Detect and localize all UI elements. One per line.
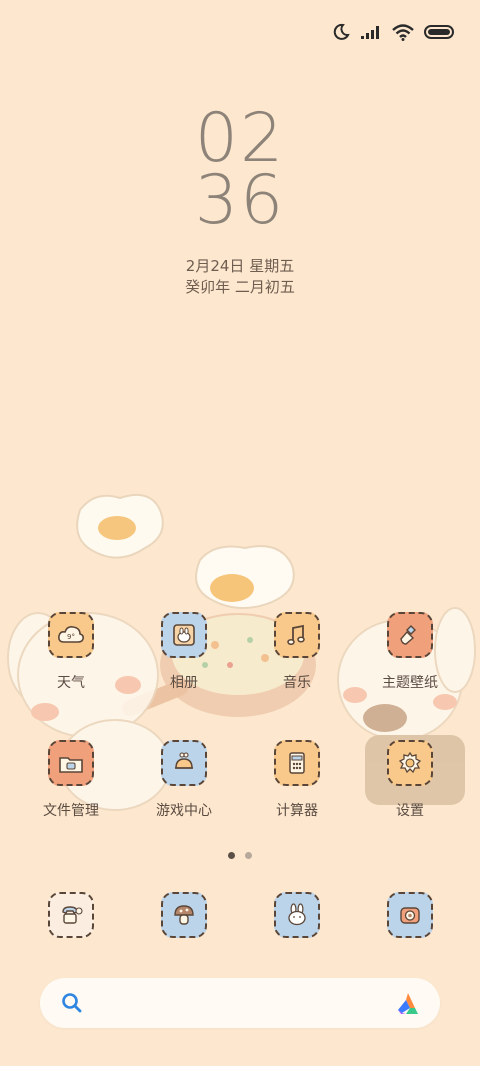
phone-icon	[48, 892, 94, 938]
battery-icon	[424, 25, 454, 39]
moon-icon	[333, 23, 350, 40]
app-settings[interactable]: 设置	[355, 740, 465, 820]
app-music[interactable]: 音乐	[242, 612, 352, 692]
weather-cloud-icon: 9°	[48, 612, 94, 658]
signal-icon	[361, 26, 379, 39]
app-label: 游戏中心	[156, 803, 212, 819]
dock-camera[interactable]	[355, 892, 465, 938]
lunar-date-text: 癸卯年 二月初五	[185, 278, 295, 296]
wifi-icon	[392, 23, 414, 41]
app-themes[interactable]: 主题壁纸	[355, 612, 465, 692]
mushroom-browser-icon	[161, 892, 207, 938]
camera-icon	[387, 892, 433, 938]
app-label: 设置	[396, 803, 424, 819]
assistant-icon[interactable]	[394, 990, 422, 1016]
dock-phone[interactable]	[16, 892, 126, 938]
page-dot-2[interactable]	[245, 852, 252, 859]
app-label: 相册	[170, 675, 198, 691]
date-block: 2月24日 星期五 癸卯年 二月初五	[0, 256, 480, 298]
search-icon[interactable]	[60, 991, 84, 1015]
app-label: 主题壁纸	[382, 675, 438, 691]
dock-messages[interactable]	[242, 892, 352, 938]
status-bar	[332, 18, 454, 46]
dock-browser[interactable]	[129, 892, 239, 938]
fried-egg-left	[76, 494, 164, 559]
app-file-manager[interactable]: 文件管理	[16, 740, 126, 820]
folder-icon	[48, 740, 94, 786]
paint-brush-icon	[387, 612, 433, 658]
page-indicator[interactable]	[0, 852, 480, 859]
lock-clock[interactable]: 02 36	[0, 105, 480, 240]
app-gallery[interactable]: 相册	[129, 612, 239, 692]
app-label: 天气	[57, 675, 85, 691]
bunny-messages-icon	[274, 892, 320, 938]
calculator-icon	[274, 740, 320, 786]
search-bar[interactable]	[40, 978, 440, 1028]
svg-text:9°: 9°	[67, 633, 75, 641]
app-label: 文件管理	[43, 803, 99, 819]
date-text: 2月24日 星期五	[185, 257, 295, 275]
app-weather[interactable]: 9° 天气	[16, 612, 126, 692]
settings-egg-icon	[387, 740, 433, 786]
photo-album-icon	[161, 612, 207, 658]
app-label: 音乐	[283, 675, 311, 691]
app-game-center[interactable]: 游戏中心	[129, 740, 239, 820]
app-calculator[interactable]: 计算器	[242, 740, 352, 820]
app-label: 计算器	[276, 803, 318, 819]
page-dot-1[interactable]	[228, 852, 235, 859]
music-note-icon	[274, 612, 320, 658]
clock-minute: 36	[194, 161, 286, 240]
game-icon	[161, 740, 207, 786]
fried-egg-center	[195, 545, 295, 610]
